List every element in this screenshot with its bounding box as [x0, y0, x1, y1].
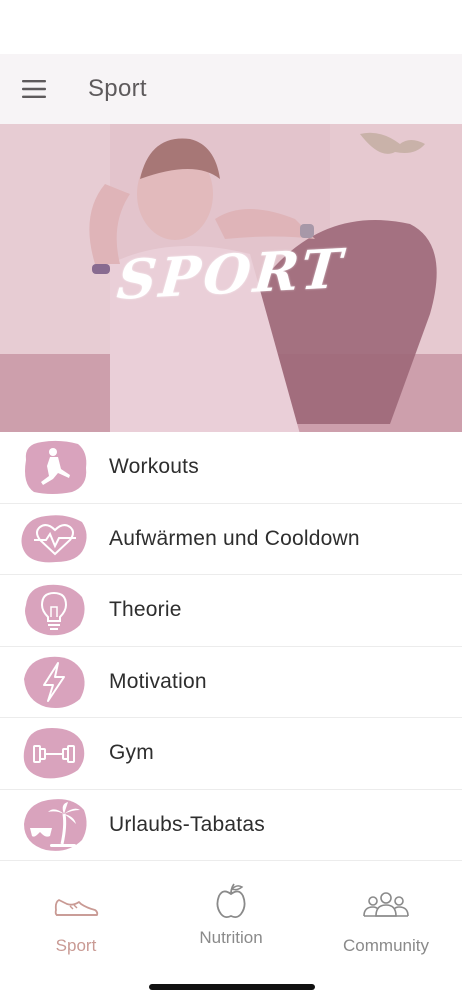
tab-sport-label: Sport [55, 936, 97, 955]
people-group-icon [362, 876, 410, 920]
tab-nutrition-label: Nutrition [199, 928, 263, 947]
hamburger-menu-icon [22, 80, 46, 98]
sport-category-list: Workouts Aufwärmen und Cooldown Theorie [0, 432, 462, 861]
list-item-label: Aufwärmen und Cooldown [109, 526, 360, 550]
lunge-figure-icon [20, 438, 90, 496]
list-item-label: Motivation [109, 669, 207, 693]
list-item-label: Theorie [109, 598, 182, 622]
heartbeat-icon [20, 510, 90, 568]
sneaker-icon [53, 876, 99, 920]
dumbbell-icon [20, 724, 90, 782]
list-item-label: Workouts [109, 455, 199, 479]
lightbulb-icon [20, 581, 90, 639]
list-item-theory[interactable]: Theorie [0, 575, 462, 647]
menu-button[interactable] [0, 54, 70, 124]
apple-icon [215, 876, 247, 920]
tab-community[interactable]: Community [330, 862, 442, 962]
tab-nutrition[interactable]: Nutrition [175, 862, 287, 962]
list-item-vacation-tabatas[interactable]: Urlaubs-Tabatas [0, 789, 462, 861]
list-item-gym[interactable]: Gym [0, 718, 462, 790]
home-indicator [149, 984, 315, 990]
app-header: Sport [0, 54, 462, 124]
lightning-icon [20, 653, 90, 711]
palm-sunglasses-icon [20, 796, 90, 854]
list-item-label: Gym [109, 741, 154, 765]
status-bar [0, 0, 462, 54]
bottom-tab-bar: Sport Nutrition Community [0, 862, 462, 1000]
tab-sport[interactable]: Sport [20, 862, 132, 962]
hero-banner[interactable]: SPORT [0, 124, 462, 432]
list-item-workouts[interactable]: Workouts [0, 432, 462, 504]
list-item-label: Urlaubs-Tabatas [109, 812, 265, 836]
page-title: Sport [88, 75, 147, 102]
tab-community-label: Community [343, 936, 429, 955]
list-item-motivation[interactable]: Motivation [0, 646, 462, 718]
list-item-warmup-cooldown[interactable]: Aufwärmen und Cooldown [0, 503, 462, 575]
